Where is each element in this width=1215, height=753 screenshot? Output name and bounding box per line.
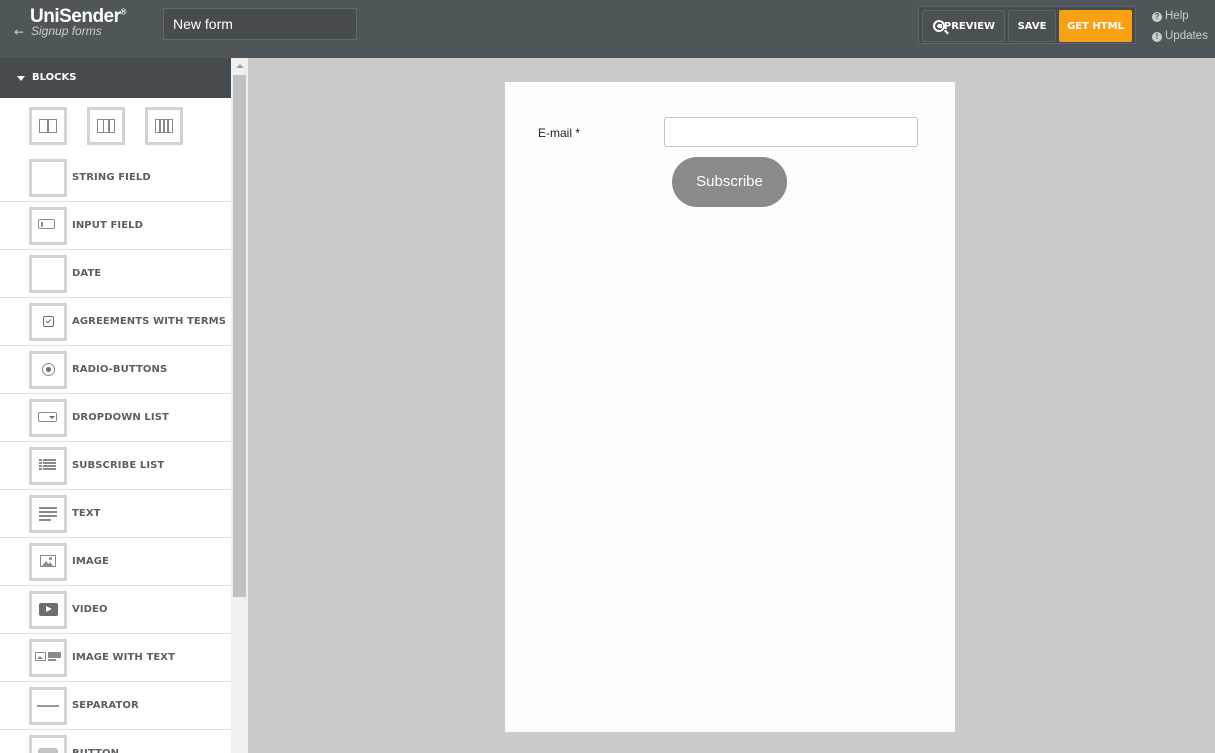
four-columns-icon — [155, 119, 173, 133]
two-columns-block[interactable] — [29, 107, 67, 145]
question-icon: ? — [1152, 12, 1162, 22]
blocks-title: BLOCKS — [32, 72, 77, 83]
help-link[interactable]: ? Help — [1152, 9, 1212, 29]
image-icon — [29, 543, 67, 581]
caret-down-icon — [17, 76, 25, 81]
scroll-up-arrow-icon[interactable] — [231, 58, 248, 75]
checkbox-icon — [29, 303, 67, 341]
block-item-label: DROPDOWN LIST — [72, 412, 169, 423]
zoom-icon — [933, 20, 945, 32]
block-item-label: DATE — [72, 268, 102, 279]
subscribe-button[interactable]: Subscribe — [672, 157, 787, 207]
top-bar: UniSender® ← Signup forms PREVIEW SAVE G… — [0, 0, 1215, 58]
block-item-string-field[interactable]: STRING FIELD — [0, 154, 231, 202]
list-icon — [29, 447, 67, 485]
radio-icon — [29, 351, 67, 389]
email-label: E-mail * — [538, 126, 581, 140]
column-layouts — [0, 98, 231, 154]
brand-subtitle[interactable]: Signup forms — [31, 24, 102, 38]
back-arrow-icon[interactable]: ← — [14, 25, 24, 39]
three-columns-block[interactable] — [87, 107, 125, 145]
form-name-input[interactable] — [163, 8, 357, 40]
help-label: Help — [1165, 10, 1189, 22]
block-item-radio-buttons[interactable]: RADIO-BUTTONS — [0, 346, 231, 394]
sidebar-scrollbar[interactable] — [231, 58, 248, 753]
block-item-button[interactable]: BUTTON — [0, 730, 231, 753]
blocks-sidebar: BLOCKS STRING FIELD INPUT FIELD DATE AGR — [0, 58, 231, 753]
text-icon — [29, 495, 67, 533]
three-columns-icon — [97, 119, 115, 133]
updates-label: Updates — [1165, 30, 1208, 42]
separator-icon — [29, 687, 67, 725]
four-columns-block[interactable] — [145, 107, 183, 145]
info-icon: ! — [1152, 32, 1162, 42]
email-input[interactable] — [664, 117, 918, 147]
block-item-label: IMAGE WITH TEXT — [72, 652, 176, 663]
block-item-input-field[interactable]: INPUT FIELD — [0, 202, 231, 250]
block-item-dropdown-list[interactable]: DROPDOWN LIST — [0, 394, 231, 442]
block-item-text[interactable]: TEXT — [0, 490, 231, 538]
get-html-button[interactable]: GET HTML — [1059, 10, 1132, 42]
preview-label: PREVIEW — [943, 21, 996, 32]
input-field-icon — [29, 207, 67, 245]
help-links: ? Help ! Updates — [1152, 9, 1212, 49]
block-item-label: SUBSCRIBE LIST — [72, 460, 165, 471]
block-item-label: VIDEO — [72, 604, 108, 615]
video-icon — [29, 591, 67, 629]
form-preview-card[interactable]: E-mail * Subscribe — [505, 82, 955, 732]
block-item-label: SEPARATOR — [72, 700, 139, 711]
toolbar-button-group: PREVIEW SAVE GET HTML — [918, 6, 1136, 44]
block-item-label: RADIO-BUTTONS — [72, 364, 168, 375]
block-item-separator[interactable]: SEPARATOR — [0, 682, 231, 730]
block-item-image-with-text[interactable]: IMAGE WITH TEXT — [0, 634, 231, 682]
block-item-label: TEXT — [72, 508, 101, 519]
preview-button[interactable]: PREVIEW — [922, 10, 1005, 42]
save-button[interactable]: SAVE — [1008, 10, 1056, 42]
blocks-section-header[interactable]: BLOCKS — [0, 58, 231, 98]
block-item-image[interactable]: IMAGE — [0, 538, 231, 586]
button-icon — [29, 735, 67, 753]
block-item-label: BUTTON — [72, 730, 119, 753]
form-canvas: E-mail * Subscribe — [248, 58, 1215, 753]
block-item-agreements[interactable]: AGREEMENTS WITH TERMS — [0, 298, 231, 346]
block-item-date[interactable]: DATE — [0, 250, 231, 298]
updates-link[interactable]: ! Updates — [1152, 29, 1212, 49]
brand[interactable]: UniSender® ← Signup forms — [14, 6, 154, 46]
block-item-label: STRING FIELD — [72, 172, 151, 183]
string-field-icon — [29, 159, 67, 197]
brand-registered-mark: ® — [120, 7, 127, 17]
block-item-label: IMAGE — [72, 556, 109, 567]
block-item-label: INPUT FIELD — [72, 220, 143, 231]
dropdown-icon — [29, 399, 67, 437]
image-text-icon — [29, 639, 67, 677]
date-icon — [29, 255, 67, 293]
scroll-thumb[interactable] — [233, 75, 246, 597]
block-item-subscribe-list[interactable]: SUBSCRIBE LIST — [0, 442, 231, 490]
two-columns-icon — [39, 119, 57, 133]
block-item-label: AGREEMENTS WITH TERMS — [72, 316, 226, 327]
block-item-video[interactable]: VIDEO — [0, 586, 231, 634]
